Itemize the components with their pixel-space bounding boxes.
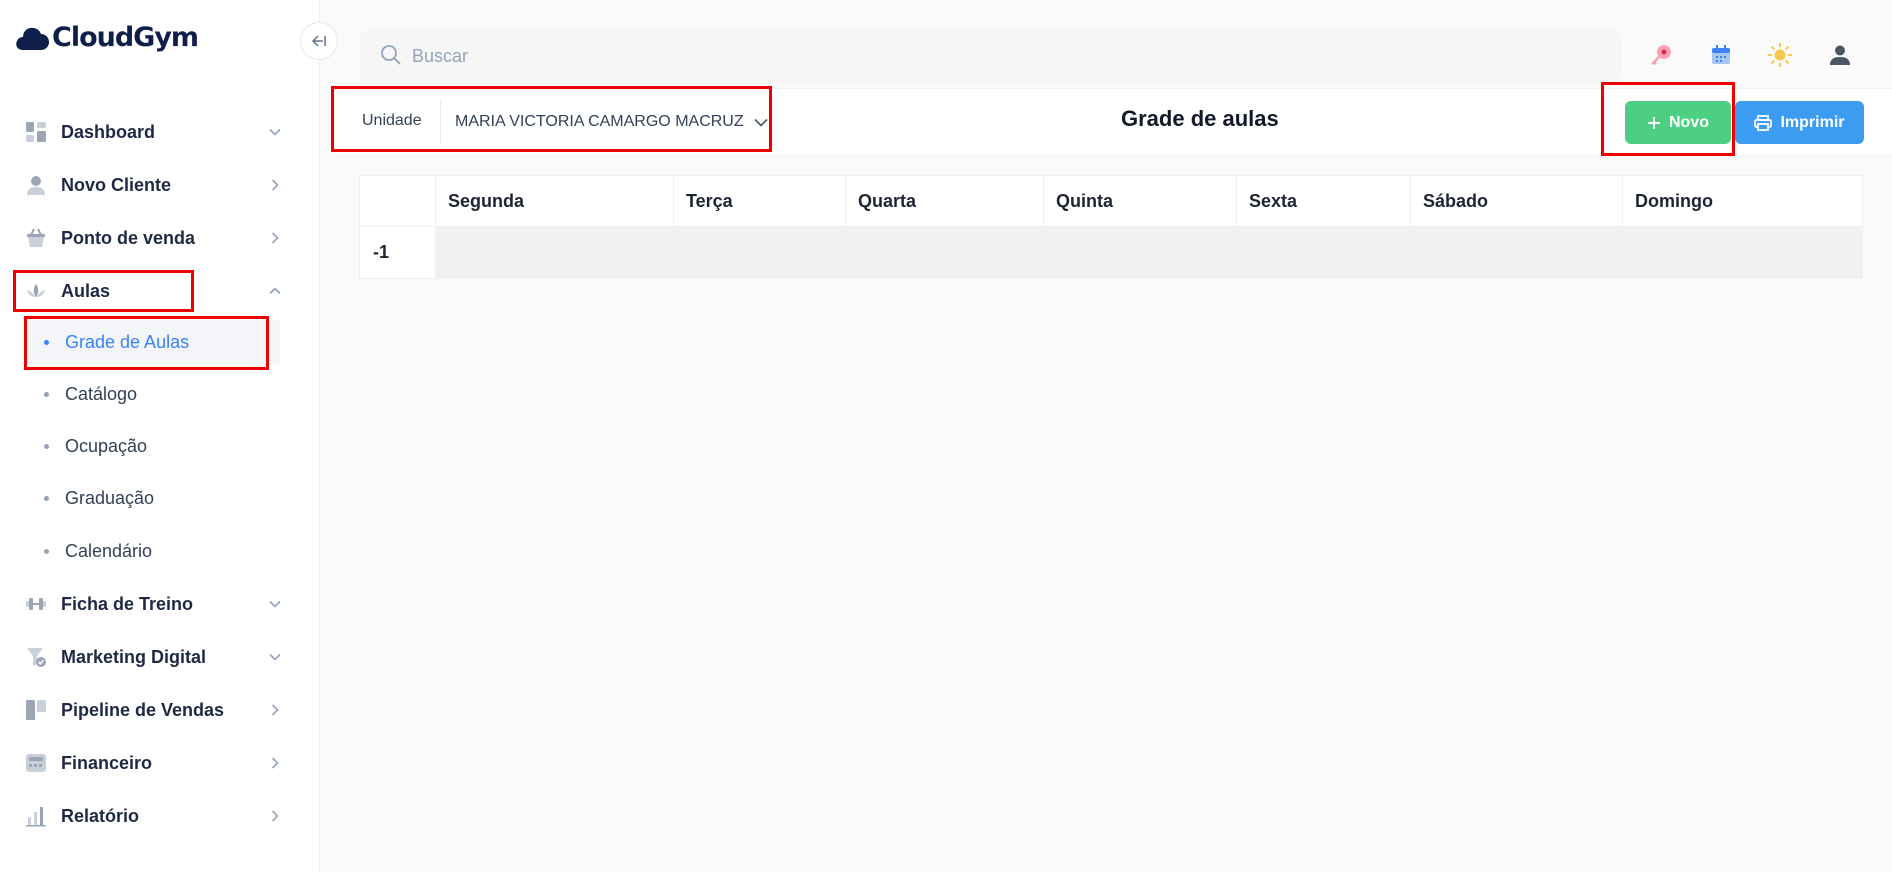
column-header-sabado: Sábado: [1410, 176, 1622, 227]
sidebar-subitem-catalogo[interactable]: Catálogo: [24, 372, 280, 416]
sidebar-subitem-label: Calendário: [65, 540, 153, 561]
column-header-quarta: Quarta: [845, 176, 1043, 227]
sidebar-item-label: Pipeline de Vendas: [61, 699, 225, 720]
funnel-icon: [24, 645, 48, 669]
column-header-domingo: Domingo: [1622, 176, 1862, 227]
row-slots[interactable]: [435, 227, 1862, 278]
print-button[interactable]: Imprimir: [1735, 101, 1864, 144]
kanban-icon: [24, 698, 48, 722]
sidebar-item-marketing-digital[interactable]: Marketing Digital: [0, 635, 300, 679]
arrow-left-icon: [312, 35, 326, 47]
column-header-segunda: Segunda: [435, 176, 673, 227]
table-row: -1: [360, 227, 1862, 278]
chevron-right-icon: [268, 178, 282, 192]
highlight-grade-de-aulas: [24, 316, 269, 370]
highlight-unit-selector: [331, 86, 772, 152]
bullet-dot: [44, 548, 49, 554]
chevron-right-icon: [268, 756, 282, 770]
brand-logo[interactable]: Cloud Gym: [14, 22, 199, 53]
brand-name-cloud: Cloud: [52, 22, 134, 53]
sidebar-item-pipeline-de-vendas[interactable]: Pipeline de Vendas: [0, 688, 300, 732]
sidebar-item-ponto-de-venda[interactable]: Ponto de venda: [0, 216, 300, 260]
sidebar-item-dashboard[interactable]: Dashboard: [0, 110, 300, 154]
sidebar-item-ficha-de-treino[interactable]: Ficha de Treino: [0, 582, 300, 626]
sidebar-item-relatorio[interactable]: Relatório: [0, 794, 300, 838]
sidebar-item-label: Financeiro: [61, 752, 153, 773]
chevron-up-icon: [268, 284, 282, 298]
collapse-sidebar-button[interactable]: [300, 22, 338, 60]
dashboard-icon: [24, 120, 48, 144]
sidebar-item-label: Novo Cliente: [61, 174, 172, 195]
print-button-label: Imprimir: [1780, 113, 1845, 131]
sidebar-subitem-label: Graduação: [65, 487, 155, 508]
row-header: -1: [360, 227, 435, 278]
chevron-down-icon: [268, 125, 282, 139]
column-header-sexta: Sexta: [1236, 176, 1410, 227]
basket-icon: [24, 226, 48, 250]
user-profile-icon[interactable]: [1825, 40, 1855, 70]
wallet-icon: [24, 751, 48, 775]
highlight-new-button: [1601, 82, 1735, 156]
search-bar[interactable]: [360, 30, 1622, 82]
sidebar-item-label: Dashboard: [61, 121, 156, 142]
brand-name-gym: Gym: [133, 22, 199, 53]
column-header-terca: Terça: [673, 176, 845, 227]
class-schedule-table: Segunda Terça Quarta Quinta Sexta Sábado…: [359, 175, 1863, 279]
sidebar-item-financeiro[interactable]: Financeiro: [0, 741, 300, 785]
bullet-dot: [44, 391, 49, 397]
key-icon[interactable]: [1646, 40, 1676, 70]
sidebar-item-label: Ficha de Treino: [61, 593, 194, 614]
bar-chart-icon: [24, 804, 48, 828]
table-header: Segunda Terça Quarta Quinta Sexta Sábado…: [360, 176, 1862, 227]
search-input[interactable]: [412, 42, 1562, 70]
highlight-aulas-menu: [13, 270, 194, 312]
dumbbell-icon: [24, 592, 48, 616]
sidebar-item-label: Ponto de venda: [61, 227, 196, 248]
bullet-dot: [44, 443, 49, 449]
bullet-dot: [44, 495, 49, 501]
sidebar-subitem-label: Catálogo: [65, 383, 138, 404]
sidebar-subitem-label: Ocupação: [65, 435, 148, 456]
page-title: Grade de aulas: [1121, 106, 1279, 131]
chevron-right-icon: [268, 231, 282, 245]
calendar-icon[interactable]: [1706, 40, 1736, 70]
user-icon: [24, 173, 48, 197]
chevron-down-icon: [268, 597, 282, 611]
chevron-right-icon: [268, 703, 282, 717]
sidebar-subitem-ocupacao[interactable]: Ocupação: [24, 424, 280, 468]
column-header-quinta: Quinta: [1043, 176, 1236, 227]
sidebar-item-novo-cliente[interactable]: Novo Cliente: [0, 163, 300, 207]
chevron-right-icon: [268, 809, 282, 823]
sun-icon[interactable]: [1765, 40, 1795, 70]
cloud-icon: [16, 27, 49, 50]
sidebar: Cloud Gym Dashboard Novo Cliente Ponto d…: [0, 0, 320, 872]
sidebar-item-label: Marketing Digital: [61, 646, 207, 667]
printer-icon: [1754, 114, 1773, 131]
sidebar-subitem-calendario[interactable]: Calendário: [24, 529, 280, 573]
sidebar-item-label: Relatório: [61, 805, 140, 826]
chevron-down-icon: [268, 650, 282, 664]
column-header-corner: [360, 176, 435, 227]
search-icon: [380, 44, 402, 71]
sidebar-subitem-graduacao[interactable]: Graduação: [24, 476, 280, 520]
